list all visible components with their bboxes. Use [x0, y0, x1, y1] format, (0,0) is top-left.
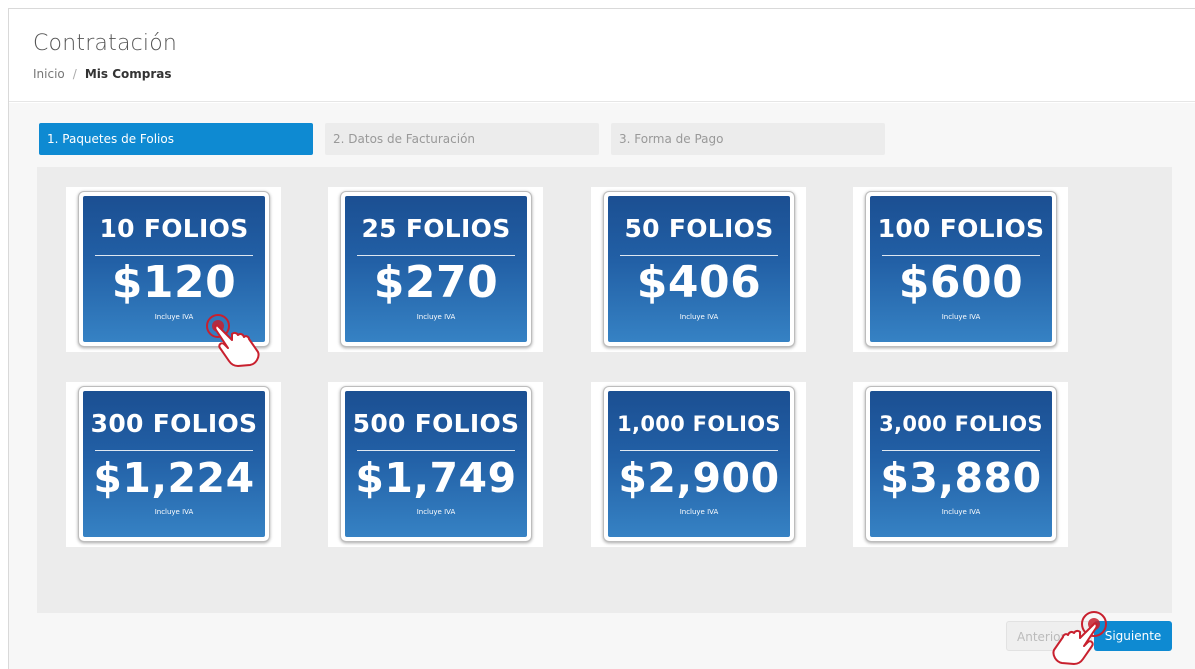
package-divider: [357, 450, 515, 451]
step-tab-pago[interactable]: 3. Forma de Pago: [611, 123, 885, 155]
breadcrumb-home-link[interactable]: Inicio: [33, 67, 65, 81]
package-divider: [357, 255, 515, 256]
hand-pointer-icon: [1052, 611, 1107, 665]
package-price: $3,880: [880, 454, 1042, 502]
package-folios: 1,000 FOLIOS: [617, 412, 781, 436]
package-price: $2,900: [618, 454, 780, 502]
package-card[interactable]: 300 FOLIOS $1,224 Incluye IVA: [78, 386, 270, 542]
package-tile[interactable]: 1,000 FOLIOS $2,900 Incluye IVA: [591, 382, 806, 547]
page-header: Contratación Inicio / Mis Compras: [9, 9, 1195, 102]
package-folios: 100 FOLIOS: [877, 214, 1045, 243]
breadcrumb-separator: /: [72, 67, 77, 81]
package-tile[interactable]: 3,000 FOLIOS $3,880 Incluye IVA: [853, 382, 1068, 547]
package-card[interactable]: 25 FOLIOS $270 Incluye IVA: [340, 191, 532, 347]
package-folios: 500 FOLIOS: [352, 409, 520, 438]
package-iva-note: Incluye IVA: [679, 508, 719, 516]
package-price: $270: [373, 257, 499, 308]
step-tab-paquetes[interactable]: 1. Paquetes de Folios: [39, 123, 313, 155]
package-divider: [95, 450, 253, 451]
package-folios: 25 FOLIOS: [361, 214, 511, 243]
package-iva-note: Incluye IVA: [416, 313, 456, 321]
package-divider: [620, 450, 778, 451]
package-card[interactable]: 100 FOLIOS $600 Incluye IVA: [865, 191, 1057, 347]
package-divider: [620, 255, 778, 256]
package-iva-note: Incluye IVA: [416, 508, 456, 516]
step-tab-facturacion[interactable]: 2. Datos de Facturación: [325, 123, 599, 155]
package-iva-note: Incluye IVA: [154, 508, 194, 516]
package-folios: 3,000 FOLIOS: [879, 412, 1043, 436]
package-price: $1,749: [355, 454, 517, 502]
main-content: 1. Paquetes de Folios 2. Datos de Factur…: [9, 103, 1195, 669]
package-tile[interactable]: 25 FOLIOS $270 Incluye IVA: [328, 187, 543, 352]
package-tile[interactable]: 300 FOLIOS $1,224 Incluye IVA: [66, 382, 281, 547]
breadcrumb: Inicio / Mis Compras: [33, 67, 172, 81]
package-tile[interactable]: 50 FOLIOS $406 Incluye IVA: [591, 187, 806, 352]
package-iva-note: Incluye IVA: [941, 313, 981, 321]
package-card[interactable]: 3,000 FOLIOS $3,880 Incluye IVA: [865, 386, 1057, 542]
packages-panel: 10 FOLIOS $120 Incluye IVA 25 FOLIOS $27…: [37, 167, 1172, 613]
package-price: $1,224: [93, 454, 255, 502]
package-price: $120: [111, 257, 237, 308]
package-folios: 10 FOLIOS: [99, 214, 249, 243]
package-iva-note: Incluye IVA: [941, 508, 981, 516]
app-window: Contratación Inicio / Mis Compras 1. Paque…: [8, 8, 1195, 669]
package-divider: [882, 450, 1040, 451]
package-iva-note: Incluye IVA: [679, 313, 719, 321]
package-card[interactable]: 500 FOLIOS $1,749 Incluye IVA: [340, 386, 532, 542]
package-folios: 300 FOLIOS: [90, 409, 258, 438]
package-divider: [95, 255, 253, 256]
package-tile[interactable]: 100 FOLIOS $600 Incluye IVA: [853, 187, 1068, 352]
breadcrumb-current: Mis Compras: [84, 67, 172, 81]
hand-pointer-icon: [206, 314, 260, 367]
package-divider: [882, 255, 1040, 256]
package-price: $600: [898, 257, 1024, 308]
package-card[interactable]: 1,000 FOLIOS $2,900 Incluye IVA: [603, 386, 795, 542]
package-folios: 50 FOLIOS: [624, 214, 774, 243]
page-title: Contratación: [33, 31, 178, 56]
package-tile[interactable]: 500 FOLIOS $1,749 Incluye IVA: [328, 382, 543, 547]
package-price: $406: [636, 257, 762, 308]
package-card[interactable]: 50 FOLIOS $406 Incluye IVA: [603, 191, 795, 347]
